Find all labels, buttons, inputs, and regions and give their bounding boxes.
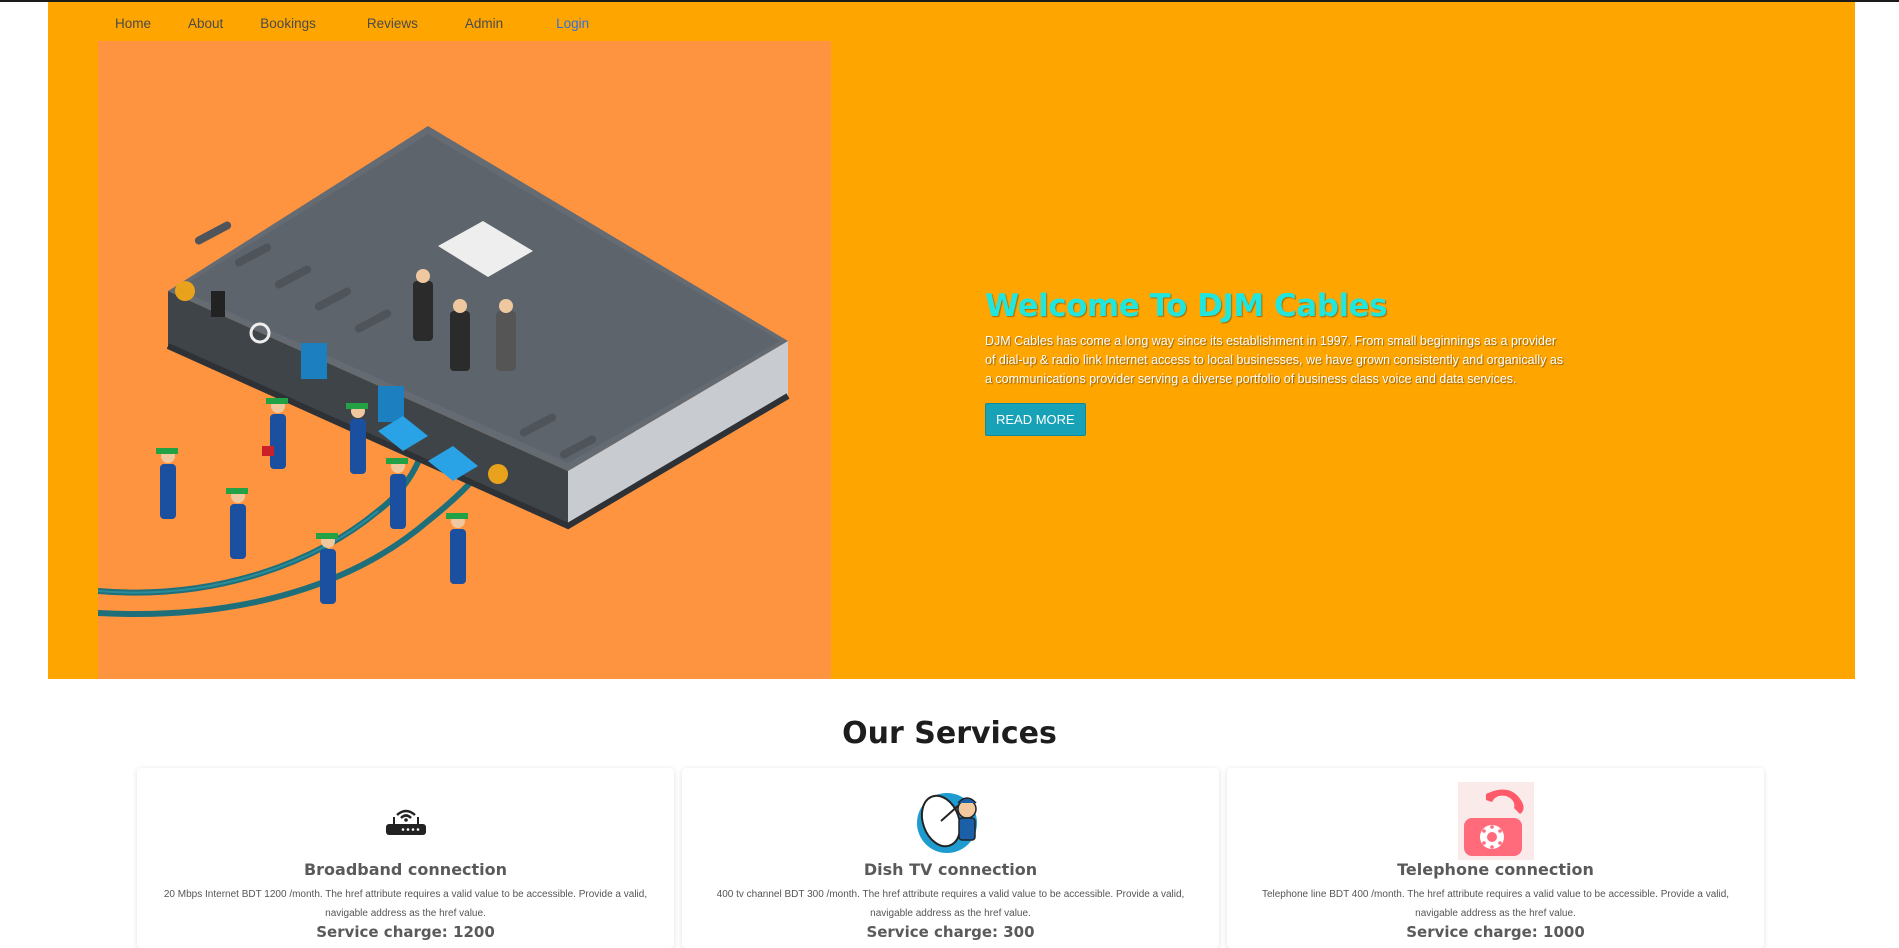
- services-heading: Our Services: [842, 716, 1057, 751]
- satellite-dish-icon: [682, 777, 1219, 865]
- router-technicians-illustration: [98, 126, 790, 617]
- nav-admin[interactable]: Admin: [465, 16, 503, 31]
- hero-title: Welcome To DJM Cables: [985, 288, 1388, 324]
- service-charge: Service charge: 1200: [316, 923, 495, 941]
- nav-bookings[interactable]: Bookings: [260, 16, 316, 31]
- service-description: 20 Mbps Internet BDT 1200 /month. The hr…: [163, 889, 648, 919]
- router-icon: [137, 777, 674, 865]
- nav-home[interactable]: Home: [115, 16, 151, 31]
- services-cards: Broadband connection 20 Mbps Internet BD…: [137, 768, 1765, 948]
- main-nav: Home About Bookings Reviews Admin Login: [115, 16, 589, 31]
- nav-about[interactable]: About: [188, 16, 223, 31]
- nav-login[interactable]: Login: [556, 16, 589, 31]
- service-title: Dish TV connection: [863, 860, 1038, 879]
- service-charge: Service charge: 1000: [1406, 923, 1585, 941]
- service-card-broadband[interactable]: Broadband connection 20 Mbps Internet BD…: [137, 768, 674, 948]
- hero-text-block: Welcome To DJM Cables DJM Cables has com…: [985, 288, 1565, 436]
- service-card-telephone[interactable]: Telephone connection Telephone line BDT …: [1227, 768, 1764, 948]
- service-title: Broadband connection: [303, 860, 508, 879]
- hero-illustration: [98, 41, 831, 679]
- hero-section: Home About Bookings Reviews Admin Login: [48, 2, 1855, 679]
- service-description: 400 tv channel BDT 300 /month. The href …: [716, 889, 1185, 919]
- telephone-icon: [1227, 777, 1764, 865]
- service-title: Telephone connection: [1397, 860, 1594, 879]
- hero-description: DJM Cables has come a long way since its…: [985, 334, 1564, 386]
- service-description: Telephone line BDT 400 /month. The href …: [1261, 889, 1730, 919]
- read-more-button[interactable]: READ MORE: [985, 403, 1086, 436]
- service-charge: Service charge: 300: [866, 923, 1035, 941]
- nav-reviews[interactable]: Reviews: [367, 16, 418, 31]
- service-card-dish-tv[interactable]: Dish TV connection 400 tv channel BDT 30…: [682, 768, 1219, 948]
